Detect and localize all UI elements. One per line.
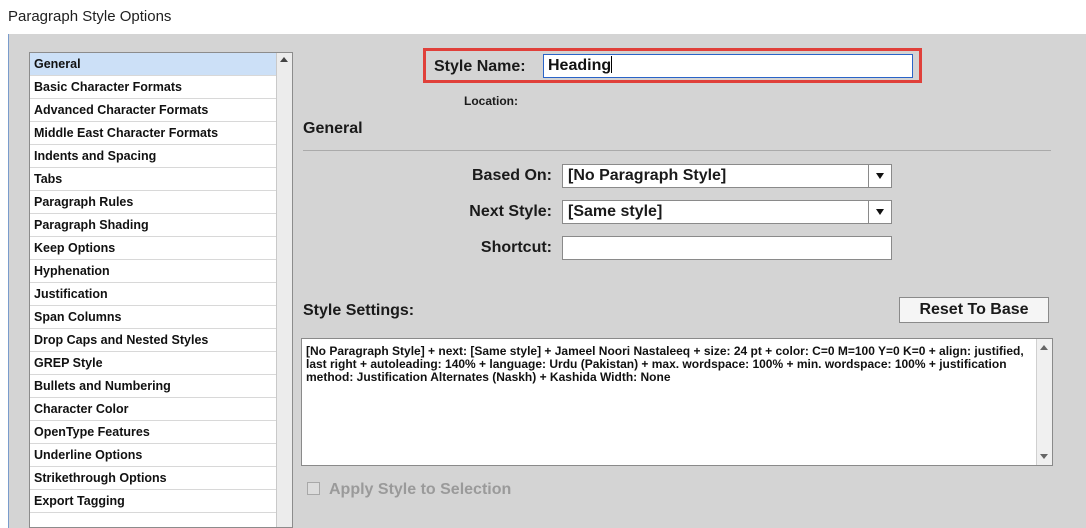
sidebar-item-justification[interactable]: Justification bbox=[30, 283, 276, 306]
next-style-dropdown[interactable]: [Same style] bbox=[562, 200, 892, 224]
shortcut-input[interactable] bbox=[562, 236, 892, 260]
style-name-input[interactable]: Heading bbox=[543, 54, 913, 78]
text-caret bbox=[611, 56, 613, 73]
section-divider bbox=[303, 150, 1051, 151]
sidebar-item-character-color[interactable]: Character Color bbox=[30, 398, 276, 421]
sidebar-item-drop-caps-and-nested-styles[interactable]: Drop Caps and Nested Styles bbox=[30, 329, 276, 352]
sidebar-item-grep-style[interactable]: GREP Style bbox=[30, 352, 276, 375]
dialog-body: General Basic Character Formats Advanced C… bbox=[8, 34, 1086, 528]
shortcut-label: Shortcut: bbox=[480, 239, 552, 256]
style-name-label: Style Name: bbox=[434, 58, 526, 75]
scroll-down-arrow-icon[interactable] bbox=[1040, 454, 1048, 459]
reset-to-base-button[interactable]: Reset To Base bbox=[899, 297, 1049, 323]
style-settings-text: [No Paragraph Style] + next: [Same style… bbox=[306, 344, 1024, 384]
style-name-value: Heading bbox=[548, 57, 612, 74]
style-settings-scrollbar[interactable] bbox=[1036, 339, 1052, 465]
apply-style-checkbox[interactable] bbox=[307, 482, 320, 495]
based-on-dropdown-button[interactable] bbox=[868, 165, 891, 187]
sidebar-item-tabs[interactable]: Tabs bbox=[30, 168, 276, 191]
next-style-dropdown-button[interactable] bbox=[868, 201, 891, 223]
sidebar-item-opentype-features[interactable]: OpenType Features bbox=[30, 421, 276, 444]
next-style-value: [Same style] bbox=[568, 203, 663, 220]
sidebar-item-advanced-character-formats[interactable]: Advanced Character Formats bbox=[30, 99, 276, 122]
scroll-up-arrow-icon[interactable] bbox=[1040, 345, 1048, 350]
style-name-highlight: Style Name: Heading bbox=[423, 48, 922, 83]
category-list-scrollbar[interactable] bbox=[276, 53, 292, 527]
window-title: Paragraph Style Options bbox=[0, 0, 1086, 34]
next-style-label: Next Style: bbox=[469, 203, 552, 220]
sidebar-item-basic-character-formats[interactable]: Basic Character Formats bbox=[30, 76, 276, 99]
based-on-label: Based On: bbox=[471, 167, 552, 184]
sidebar-item-indents-and-spacing[interactable]: Indents and Spacing bbox=[30, 145, 276, 168]
style-settings-textarea[interactable]: [No Paragraph Style] + next: [Same style… bbox=[301, 338, 1053, 466]
scroll-up-arrow-icon[interactable] bbox=[280, 57, 288, 62]
chevron-down-icon bbox=[876, 209, 884, 215]
sidebar-item-paragraph-shading[interactable]: Paragraph Shading bbox=[30, 214, 276, 237]
section-title: General bbox=[303, 120, 363, 137]
sidebar-item-keep-options[interactable]: Keep Options bbox=[30, 237, 276, 260]
sidebar-item-middle-east-character-formats[interactable]: Middle East Character Formats bbox=[30, 122, 276, 145]
sidebar-item-general[interactable]: General bbox=[30, 53, 276, 76]
chevron-down-icon bbox=[876, 173, 884, 179]
sidebar-item-paragraph-rules[interactable]: Paragraph Rules bbox=[30, 191, 276, 214]
apply-style-label: Apply Style to Selection bbox=[329, 481, 512, 498]
sidebar-item-hyphenation[interactable]: Hyphenation bbox=[30, 260, 276, 283]
sidebar-item-export-tagging[interactable]: Export Tagging bbox=[30, 490, 276, 513]
based-on-dropdown[interactable]: [No Paragraph Style] bbox=[562, 164, 892, 188]
category-list-items: General Basic Character Formats Advanced C… bbox=[30, 53, 276, 513]
style-settings-label: Style Settings: bbox=[303, 302, 415, 319]
sidebar-item-strikethrough-options[interactable]: Strikethrough Options bbox=[30, 467, 276, 490]
sidebar-item-span-columns[interactable]: Span Columns bbox=[30, 306, 276, 329]
sidebar-item-underline-options[interactable]: Underline Options bbox=[30, 444, 276, 467]
sidebar-item-bullets-and-numbering[interactable]: Bullets and Numbering bbox=[30, 375, 276, 398]
category-list: General Basic Character Formats Advanced C… bbox=[29, 52, 293, 528]
based-on-value: [No Paragraph Style] bbox=[568, 167, 727, 184]
location-label: Location: bbox=[464, 94, 518, 108]
